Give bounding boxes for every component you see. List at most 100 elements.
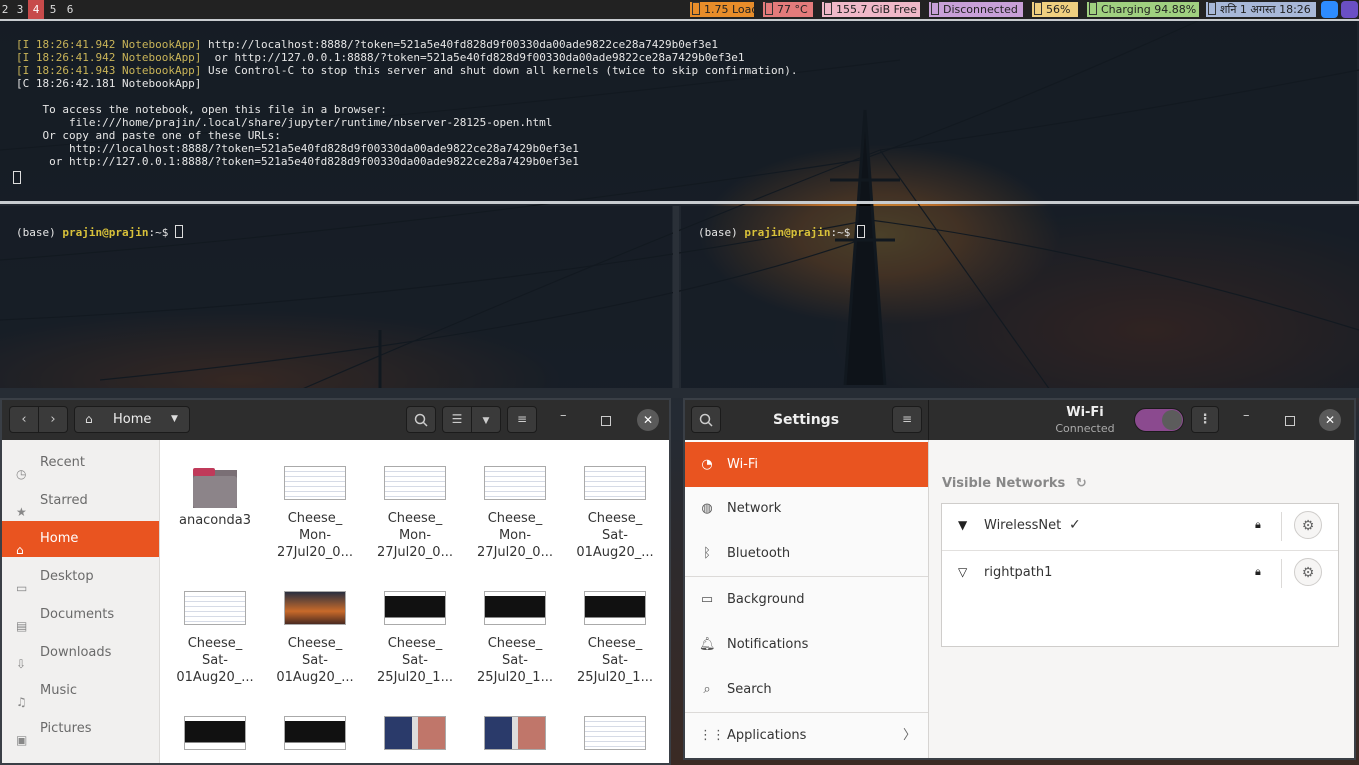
- menu-button[interactable]: ≡: [507, 406, 537, 433]
- sidebar-item-downloads[interactable]: ⇩ Downloads: [2, 635, 159, 671]
- search-button[interactable]: [406, 406, 436, 433]
- refresh-spinner-icon: ↻: [1075, 476, 1087, 491]
- terminal-line: [I 18:26:41.942 NotebookApp] or http://1…: [16, 51, 797, 64]
- file-item[interactable]: Cheese_ Sat- 01Aug20_...: [165, 591, 265, 686]
- sidebar-item-desktop[interactable]: ▭ Desktop: [2, 559, 159, 595]
- hamburger-icon: ≡: [516, 412, 528, 426]
- file-name-line: 25Jul20_1...: [577, 670, 653, 685]
- more-vertical-icon: ⋮: [1198, 412, 1212, 427]
- network-row[interactable]: ▽ rightpath1 🔒︎ ⚙: [942, 550, 1338, 596]
- shell-prompt: (base) prajin@prajin:~$: [698, 225, 865, 239]
- zoom-tray-icon[interactable]: [1321, 1, 1338, 18]
- checkmark-icon: ✓: [1069, 517, 1081, 533]
- home-icon: ⌂: [85, 412, 93, 426]
- disk-icon: [824, 2, 832, 15]
- workspace-2[interactable]: 2: [0, 0, 10, 19]
- file-item[interactable]: [465, 716, 565, 760]
- log-text: Or copy and paste one of these URLs:: [16, 129, 281, 142]
- workspace-5[interactable]: 5: [45, 0, 61, 19]
- settings-menu-button[interactable]: ≡: [892, 406, 922, 433]
- sidebar-item-home[interactable]: ⌂ Home: [2, 521, 159, 557]
- temp-text: 77 °C: [777, 3, 808, 16]
- log-text: Use Control-C to stop this server and sh…: [201, 64, 798, 77]
- header-separator: [928, 400, 929, 440]
- minimize-button[interactable]: –: [560, 408, 574, 428]
- file-item[interactable]: Cheese_ Mon- 27Jul20_0...: [465, 466, 565, 561]
- file-item[interactable]: [165, 716, 265, 760]
- view-options-button[interactable]: ▼: [471, 406, 501, 433]
- settings-item-wifi[interactable]: ◔ Wi-Fi: [685, 442, 928, 487]
- row-separator: [1281, 512, 1282, 541]
- file-item[interactable]: Cheese_ Sat- 25Jul20_1...: [365, 591, 465, 686]
- location-pathbar[interactable]: ⌂ Home ▼: [74, 406, 190, 433]
- back-button[interactable]: ‹: [9, 406, 39, 433]
- terminal-jupyter[interactable]: [I 18:26:41.942 NotebookApp] http://loca…: [0, 21, 1357, 201]
- terminal-line: Or copy and paste one of these URLs:: [16, 129, 797, 142]
- network-settings-button[interactable]: ⚙: [1294, 511, 1322, 539]
- file-item[interactable]: Cheese_ Sat- 25Jul20_1...: [465, 591, 565, 686]
- disk-text: 155.7 GiB Free: [836, 3, 917, 16]
- terminal-right[interactable]: (base) prajin@prajin:~$: [681, 206, 1359, 388]
- sidebar-item-documents[interactable]: ▤ Documents: [2, 597, 159, 633]
- file-item[interactable]: Cheese_ Sat- 01Aug20_...: [565, 466, 665, 561]
- image-thumbnail: [384, 716, 446, 750]
- cpu-indicator: 56%: [1032, 2, 1078, 17]
- file-item[interactable]: [265, 716, 365, 760]
- settings-item-notifications[interactable]: 🔔︎ Notifications: [685, 622, 928, 667]
- sidebar-item-music[interactable]: ♫ Music: [2, 673, 159, 709]
- terminal-left[interactable]: (base) prajin@prajin:~$: [0, 206, 672, 388]
- file-item[interactable]: [565, 716, 665, 760]
- networks-list: ▼ WirelessNet ✓ 🔒︎ ⚙ ▽ rightpath1 🔒︎ ⚙: [941, 503, 1339, 647]
- settings-item-label: Applications: [727, 728, 807, 743]
- workspace-3[interactable]: 3: [12, 0, 28, 19]
- minimize-button[interactable]: –: [1243, 408, 1257, 428]
- wifi-options-button[interactable]: ⋮: [1191, 406, 1219, 433]
- settings-item-bluetooth[interactable]: ᛒ Bluetooth: [685, 531, 928, 576]
- log-text: or http://127.0.0.1:8888/?token=521a5e40…: [16, 155, 579, 168]
- workspace-6[interactable]: 6: [62, 0, 78, 19]
- location-label: Home: [113, 412, 152, 427]
- terminal-cursor: [174, 225, 183, 238]
- sidebar-item-pictures[interactable]: ▣ Pictures: [2, 711, 159, 747]
- pane-divider: [673, 206, 679, 388]
- file-item[interactable]: anaconda3: [165, 466, 265, 529]
- file-name-line: Cheese_: [387, 636, 443, 651]
- maximize-button[interactable]: [601, 416, 611, 426]
- network-row[interactable]: ▼ WirelessNet ✓ 🔒︎ ⚙: [942, 504, 1338, 549]
- file-name-line: anaconda3: [178, 513, 251, 528]
- settings-item-applications[interactable]: ⋮⋮ Applications 〉: [685, 713, 928, 758]
- viber-tray-icon[interactable]: [1341, 1, 1358, 18]
- terminal-line: [I 18:26:41.943 NotebookApp] Use Control…: [16, 64, 797, 77]
- network-settings-button[interactable]: ⚙: [1294, 558, 1322, 586]
- image-thumbnail: [284, 716, 346, 750]
- file-item[interactable]: Cheese_ Sat- 25Jul20_1...: [565, 591, 665, 686]
- terminal-line: [I 18:26:41.942 NotebookApp] http://loca…: [16, 38, 797, 51]
- file-item[interactable]: [365, 716, 465, 760]
- sidebar-item-recent[interactable]: ◷ Recent: [2, 445, 159, 481]
- files-sidebar: ◷ Recent ★ Starred ⌂ Home ▭ Desktop ▤ Documents ⇩ D…: [2, 440, 160, 763]
- file-name-line: 01Aug20_...: [576, 545, 654, 560]
- settings-item-search[interactable]: ⌕ Search: [685, 667, 928, 712]
- terminal-line: [C 18:26:42.181 NotebookApp]: [16, 77, 797, 90]
- wifi-toggle[interactable]: [1134, 408, 1184, 432]
- list-view-button[interactable]: ☰: [442, 406, 472, 433]
- settings-item-label: Network: [727, 501, 782, 516]
- file-name-line: Cheese_: [287, 511, 343, 526]
- settings-item-network[interactable]: ◍ Network: [685, 486, 928, 531]
- file-item[interactable]: Cheese_ Mon- 27Jul20_0...: [265, 466, 365, 561]
- file-name-line: Sat-: [501, 653, 528, 668]
- file-item[interactable]: Cheese_ Sat- 01Aug20_...: [265, 591, 365, 686]
- pane-border: [0, 201, 1359, 204]
- file-item[interactable]: Cheese_ Mon- 27Jul20_0...: [365, 466, 465, 561]
- file-name-line: 27Jul20_0...: [377, 545, 453, 560]
- close-button[interactable]: ✕: [637, 409, 659, 431]
- sidebar-item-starred[interactable]: ★ Starred: [2, 483, 159, 519]
- forward-button[interactable]: ›: [38, 406, 68, 433]
- sidebar-item-label: Home: [40, 531, 79, 546]
- workspace-4[interactable]: 4: [28, 0, 44, 19]
- settings-search-button[interactable]: [691, 406, 721, 433]
- file-name-line: Cheese_: [287, 636, 343, 651]
- close-button[interactable]: ✕: [1319, 409, 1341, 431]
- settings-item-background[interactable]: ▭ Background: [685, 577, 928, 622]
- maximize-button[interactable]: [1285, 416, 1295, 426]
